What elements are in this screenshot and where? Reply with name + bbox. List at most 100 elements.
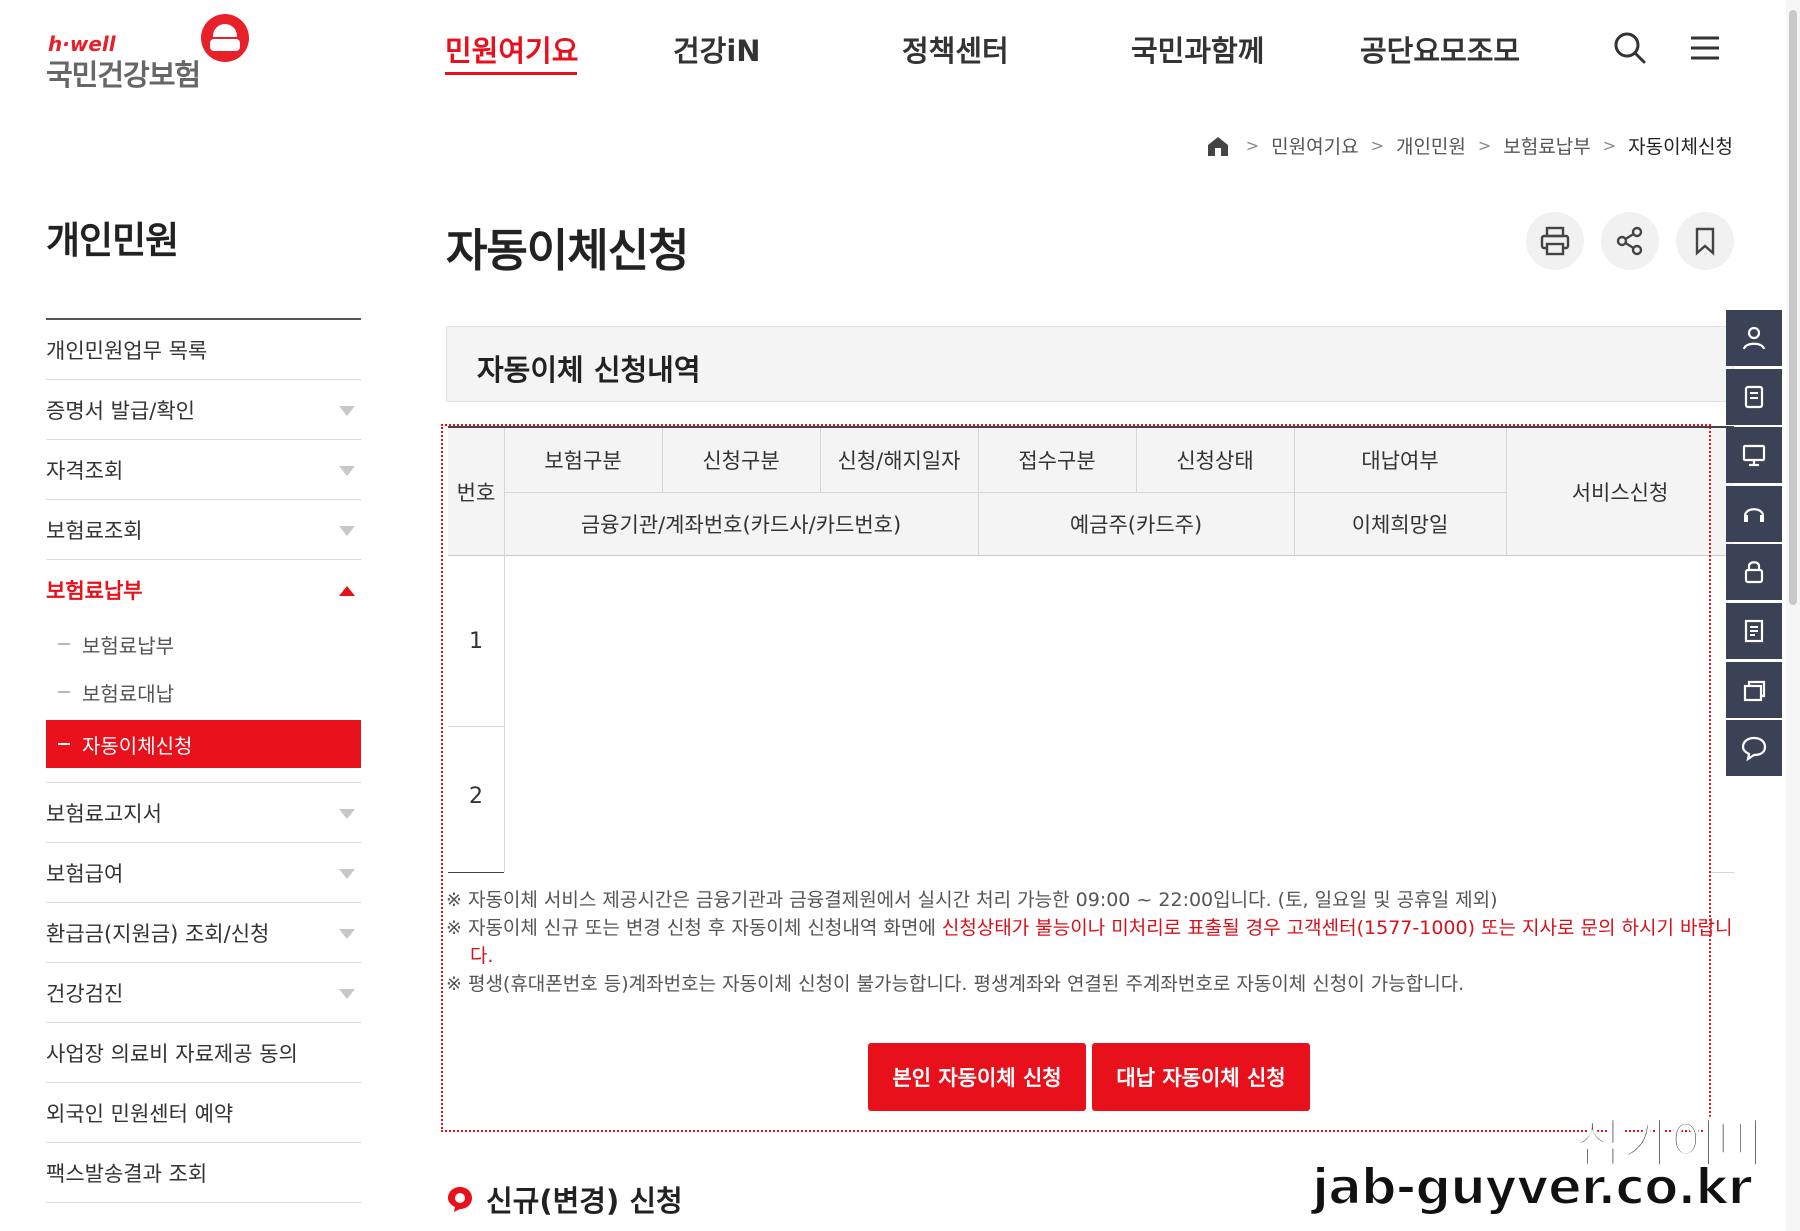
speech-bubble-icon <box>448 1187 472 1212</box>
chevron-down-icon <box>339 526 355 536</box>
quick-menu-document[interactable] <box>1726 368 1782 425</box>
sidebar-item-label: 증명서 발급/확인 <box>46 398 195 423</box>
nav-item-minwon[interactable]: 민원여기요 <box>445 28 578 70</box>
share-button[interactable] <box>1601 212 1659 270</box>
page-scrollbar[interactable] <box>1786 0 1800 1231</box>
share-icon <box>1616 226 1643 256</box>
table-divider <box>504 492 1506 493</box>
layers-icon <box>1743 680 1766 701</box>
table-divider <box>820 428 821 492</box>
self-auto-transfer-button[interactable]: 본인 자동이체 신청 <box>868 1043 1086 1111</box>
chevron-down-icon <box>339 929 355 939</box>
quick-menu-monitor[interactable] <box>1726 427 1782 484</box>
quick-menu-user[interactable] <box>1726 310 1782 366</box>
quick-menu-chat[interactable] <box>1726 720 1782 777</box>
sidebar-subitem-label: 보험료대납 <box>82 681 174 706</box>
sidebar-subitem-label: 보험료납부 <box>82 633 174 658</box>
nav-item-health-in[interactable]: 건강iN <box>673 28 761 70</box>
sidebar-item[interactable]: 보험급여 <box>46 843 361 903</box>
sidebar-item-label: 환급금(지원금) 조회/신청 <box>46 921 270 946</box>
sidebar-subitem[interactable]: 보험료납부 <box>46 620 361 668</box>
quick-menu-lock[interactable] <box>1726 544 1782 601</box>
breadcrumb-item[interactable]: 개인민원 <box>1396 132 1466 159</box>
sidebar-item[interactable]: 보험료고지서 <box>46 783 361 843</box>
chevron-down-icon <box>339 809 355 819</box>
sidebar-item[interactable]: 사업장 의료비 자료제공 동의 <box>46 1023 361 1083</box>
logo-mark-icon <box>201 14 249 62</box>
chevron-up-icon <box>339 586 355 596</box>
sidebar-item[interactable]: 자격조회 <box>46 440 361 500</box>
quick-menu-layers[interactable] <box>1726 661 1782 718</box>
th-application-type: 신청구분 <box>702 449 780 473</box>
hamburger-menu-icon[interactable] <box>1685 28 1725 68</box>
notice-highlight-text: 신청상태가 불능이나 미처리로 표출될 경우 고객센터(1577-1000) 또… <box>941 917 1733 939</box>
lock-icon <box>1744 561 1764 584</box>
sidebar-item-premium-payment[interactable]: 보험료납부 <box>46 560 361 620</box>
search-icon[interactable] <box>1610 28 1650 68</box>
user-icon <box>1742 326 1766 350</box>
table-divider <box>448 726 504 727</box>
sidebar-item-label: 보험료고지서 <box>46 801 162 826</box>
breadcrumb-separator: > <box>1602 136 1617 155</box>
sidebar-item[interactable]: 환급금(지원금) 조회/신청 <box>46 903 361 963</box>
print-button[interactable] <box>1526 212 1584 270</box>
sidebar-item-label: 보험료납부 <box>46 579 143 603</box>
sidebar-item-label: 팩스발송결과 조회 <box>46 1161 208 1186</box>
notice-item-continued: 다. <box>446 942 1736 970</box>
breadcrumb-separator: > <box>1245 136 1260 155</box>
quick-menu-form[interactable] <box>1726 602 1782 659</box>
sidebar-subitem-active[interactable]: 자동이체신청 <box>46 720 361 768</box>
new-change-heading: 신규(변경) 신청 <box>446 1178 683 1220</box>
table-header: 번호 보험구분 신청구분 신청/해지일자 접수구분 신청상태 대납여부 금융기관… <box>448 426 1734 556</box>
home-icon[interactable] <box>1206 134 1230 158</box>
th-bank-account: 금융기관/계좌번호(카드사/카드번호) <box>580 513 902 537</box>
nav-item-with-people[interactable]: 국민과함께 <box>1131 28 1264 70</box>
dash-icon <box>58 743 70 745</box>
sidebar-subitem[interactable]: 보험료대납 <box>46 668 361 716</box>
print-icon <box>1540 226 1570 256</box>
nav-item-about-nhis[interactable]: 공단요모조모 <box>1360 28 1520 70</box>
breadcrumb: > 민원여기요 > 개인민원 > 보험료납부 > 자동이체신청 <box>1206 132 1733 159</box>
nav-item-policy-center[interactable]: 정책센터 <box>902 28 1009 70</box>
table-divider <box>1136 428 1137 492</box>
notice-item: ※ 평생(휴대폰번호 등)계좌번호는 자동이체 신청이 불가능합니다. 평생계좌… <box>446 973 1465 995</box>
th-transfer-date: 이체희망일 <box>1351 513 1449 537</box>
sidebar-title: 개인민원 <box>46 219 179 262</box>
breadcrumb-item[interactable]: 보험료납부 <box>1503 132 1590 159</box>
nhis-logo[interactable]: h·well 국민건강보험 <box>44 12 264 92</box>
scrollbar-thumb[interactable] <box>1789 10 1797 605</box>
page-title: 자동이체신청 <box>446 224 689 277</box>
sidebar-item-label: 자격조회 <box>46 458 124 483</box>
th-insurance-type: 보험구분 <box>544 449 622 473</box>
bookmark-icon <box>1695 227 1715 256</box>
document-icon <box>1744 385 1764 408</box>
table-body: 1 2 <box>448 556 1734 874</box>
chevron-down-icon <box>339 466 355 476</box>
sidebar-item[interactable]: 증명서 발급/확인 <box>46 380 361 440</box>
bookmark-button[interactable] <box>1676 212 1734 270</box>
sidebar-item-label: 보험급여 <box>46 861 124 886</box>
section-title: 자동이체 신청내역 <box>477 353 701 387</box>
proxy-auto-transfer-button[interactable]: 대납 자동이체 신청 <box>1092 1043 1310 1111</box>
sidebar-item[interactable]: 외국인 민원센터 예약 <box>46 1083 361 1143</box>
chevron-down-icon <box>339 989 355 999</box>
quick-menu-support[interactable] <box>1726 485 1782 542</box>
th-proxy-payment: 대납여부 <box>1361 449 1439 473</box>
sidebar-item[interactable]: 팩스발송결과 조회 <box>46 1143 361 1203</box>
sidebar-item[interactable]: 건강검진 <box>46 963 361 1023</box>
th-application-status: 신청상태 <box>1176 449 1254 473</box>
breadcrumb-item[interactable]: 민원여기요 <box>1271 132 1358 159</box>
table-divider <box>1710 872 1734 873</box>
notice-list: ※ 자동이체 서비스 제공시간은 금융기관과 금융결제원에서 실시간 처리 가능… <box>446 886 1736 998</box>
th-account-holder: 예금주(카드주) <box>1069 513 1203 537</box>
table-row-number: 2 <box>469 783 483 809</box>
th-receipt-type: 접수구분 <box>1018 449 1096 473</box>
breadcrumb-separator: > <box>1370 136 1384 155</box>
sidebar-item[interactable]: 개인민원업무 목록 <box>46 320 361 380</box>
chevron-down-icon <box>339 406 355 416</box>
sidebar-item[interactable]: 보험료조회 <box>46 500 361 560</box>
site-header: h·well 국민건강보험 민원여기요 건강iN 정책센터 국민과함께 공단요모… <box>0 0 1800 100</box>
notice-item: ※ 자동이체 신규 또는 변경 신청 후 자동이체 신청내역 화면에 신청상태가… <box>446 914 1736 942</box>
sidebar-item-label: 보험료조회 <box>46 518 143 543</box>
sidebar-menu: 개인민원업무 목록 증명서 발급/확인 자격조회 보험료조회 보험료납부 보험료… <box>46 320 361 1203</box>
